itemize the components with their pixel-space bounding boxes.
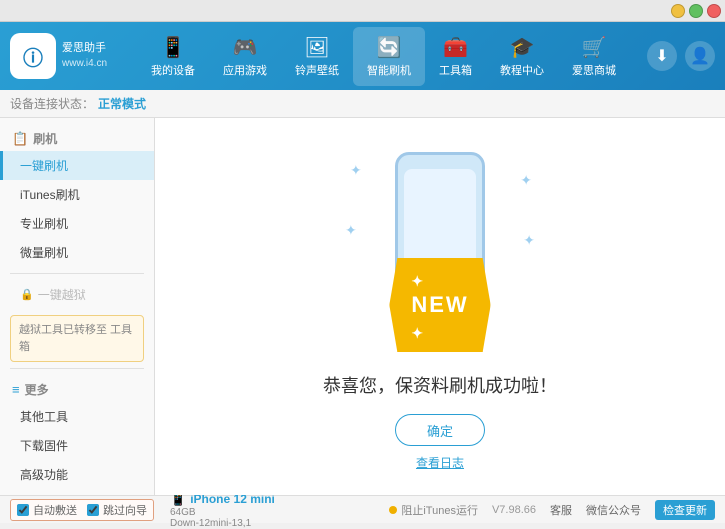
bottom-right: 阻止iTunes运行 V7.98.66 客服 微信公众号 检查更新 bbox=[389, 500, 715, 520]
download-button[interactable]: ⬇ bbox=[647, 41, 677, 71]
tutorial-icon: 🎓 bbox=[510, 35, 535, 60]
nav-tutorial[interactable]: 🎓 教程中心 bbox=[486, 27, 558, 86]
status-value: 正常模式 bbox=[98, 95, 146, 112]
skip-wizard-label[interactable]: 跳过向导 bbox=[103, 502, 147, 518]
sidebar-jailbreak-notice: 越狱工具已转移至 工具箱 bbox=[10, 315, 144, 362]
sidebar-other-tools[interactable]: 其他工具 bbox=[0, 402, 154, 431]
maximize-button[interactable] bbox=[689, 4, 703, 18]
logo-line1: 爱思助手 bbox=[62, 41, 107, 56]
device-storage: 64GB bbox=[170, 507, 275, 518]
nav-ringtone-label: 铃声壁纸 bbox=[295, 62, 339, 78]
nav-ringtone[interactable]: 🖼 铃声壁纸 bbox=[281, 27, 353, 86]
success-illustration: ✦ ✦ ✦ ✦ NEW bbox=[340, 142, 540, 362]
ringtone-icon: 🖼 bbox=[304, 35, 329, 60]
sparkle-4: ✦ bbox=[523, 232, 535, 249]
nav-my-device-label: 我的设备 bbox=[151, 62, 195, 78]
confirm-button[interactable]: 确定 bbox=[395, 414, 485, 446]
logo-icon: ⓘ bbox=[10, 33, 56, 79]
nav-shop[interactable]: 🛒 爱思商城 bbox=[558, 27, 630, 86]
sidebar-itunes-flash[interactable]: iTunes刷机 bbox=[0, 180, 154, 209]
bottom-bar: 自动敷送 跳过向导 📱 iPhone 12 mini 64GB Down-12m… bbox=[0, 495, 725, 523]
itunes-dot bbox=[389, 506, 397, 514]
checkbox-group: 自动敷送 跳过向导 bbox=[10, 499, 154, 521]
status-bar: 设备连接状态： 正常模式 bbox=[0, 90, 725, 118]
check-update-button[interactable]: 检查更新 bbox=[655, 500, 715, 520]
customer-service-link[interactable]: 客服 bbox=[550, 502, 572, 518]
sparkle-1: ✦ bbox=[350, 162, 362, 179]
sparkle-3: ✦ bbox=[345, 222, 357, 239]
close-button[interactable] bbox=[707, 4, 721, 18]
version-text: V7.98.66 bbox=[492, 504, 536, 516]
my-device-icon: 📱 bbox=[161, 35, 186, 60]
nav-tutorial-label: 教程中心 bbox=[500, 62, 544, 78]
sidebar-jailbreak-locked: 🔒 一键越狱 bbox=[0, 280, 154, 309]
skip-link[interactable]: 查看日志 bbox=[416, 454, 464, 471]
header-right: ⬇ 👤 bbox=[647, 41, 715, 71]
nav-my-device[interactable]: 📱 我的设备 bbox=[137, 27, 209, 86]
device-version: Down-12mini-13,1 bbox=[170, 518, 275, 529]
nav-apps-games-label: 应用游戏 bbox=[223, 62, 267, 78]
logo-text: 爱思助手 www.i4.cn bbox=[62, 41, 107, 70]
more-section-label: 更多 bbox=[25, 381, 49, 398]
lock-icon: 🔒 bbox=[20, 288, 34, 301]
sidebar: 📋 刷机 一键刷机 iTunes刷机 专业刷机 微量刷机 🔒 一键越狱 越狱工具… bbox=[0, 118, 155, 495]
sidebar-divider-1 bbox=[10, 273, 144, 274]
logo-line2: www.i4.cn bbox=[62, 57, 107, 71]
sidebar-pro-flash[interactable]: 专业刷机 bbox=[0, 209, 154, 238]
nav-toolbox[interactable]: 🧰 工具箱 bbox=[425, 27, 486, 86]
status-label: 设备连接状态： bbox=[10, 95, 94, 112]
new-ribbon: NEW bbox=[389, 258, 490, 352]
auto-send-label[interactable]: 自动敷送 bbox=[33, 502, 77, 518]
title-bar bbox=[0, 0, 725, 22]
sidebar-download-firmware[interactable]: 下载固件 bbox=[0, 431, 154, 460]
sidebar-one-click-flash[interactable]: 一键刷机 bbox=[0, 151, 154, 180]
skip-wizard-checkbox[interactable] bbox=[87, 504, 99, 516]
apps-games-icon: 🎮 bbox=[233, 35, 258, 60]
nav-shop-label: 爱思商城 bbox=[572, 62, 616, 78]
content-area: ✦ ✦ ✦ ✦ NEW 恭喜您，保资料刷机成功啦！ 确定 查看日志 bbox=[155, 118, 725, 495]
nav-smart-flash-label: 智能刷机 bbox=[367, 62, 411, 78]
sparkle-2: ✦ bbox=[520, 172, 532, 189]
nav-smart-flash[interactable]: 🔄 智能刷机 bbox=[353, 27, 425, 86]
nav-items: 📱 我的设备 🎮 应用游戏 🖼 铃声壁纸 🔄 智能刷机 🧰 工具箱 🎓 教程中心… bbox=[120, 27, 647, 86]
main-layout: 📋 刷机 一键刷机 iTunes刷机 专业刷机 微量刷机 🔒 一键越狱 越狱工具… bbox=[0, 118, 725, 495]
nav-apps-games[interactable]: 🎮 应用游戏 bbox=[209, 27, 281, 86]
shop-icon: 🛒 bbox=[582, 35, 607, 60]
flash-section-label: 刷机 bbox=[33, 130, 57, 147]
sidebar-advanced[interactable]: 高级功能 bbox=[0, 460, 154, 489]
more-section-title: ≡ 更多 bbox=[0, 375, 154, 402]
sidebar-divider-2 bbox=[10, 368, 144, 369]
nav-toolbox-label: 工具箱 bbox=[439, 62, 472, 78]
auto-send-checkbox[interactable] bbox=[17, 504, 29, 516]
logo-area: ⓘ 爱思助手 www.i4.cn bbox=[10, 33, 120, 79]
toolbox-icon: 🧰 bbox=[443, 35, 468, 60]
user-button[interactable]: 👤 bbox=[685, 41, 715, 71]
smart-flash-icon: 🔄 bbox=[377, 35, 402, 60]
wechat-link[interactable]: 微信公众号 bbox=[586, 502, 641, 518]
flash-section-title: 📋 刷机 bbox=[0, 124, 154, 151]
minimize-button[interactable] bbox=[671, 4, 685, 18]
header: ⓘ 爱思助手 www.i4.cn 📱 我的设备 🎮 应用游戏 🖼 铃声壁纸 🔄 … bbox=[0, 22, 725, 90]
flash-section-icon: 📋 bbox=[12, 131, 28, 147]
itunes-status: 阻止iTunes运行 bbox=[389, 502, 478, 518]
more-section-icon: ≡ bbox=[12, 382, 20, 397]
sidebar-micro-flash[interactable]: 微量刷机 bbox=[0, 238, 154, 267]
success-text: 恭喜您，保资料刷机成功啦！ bbox=[323, 372, 557, 398]
